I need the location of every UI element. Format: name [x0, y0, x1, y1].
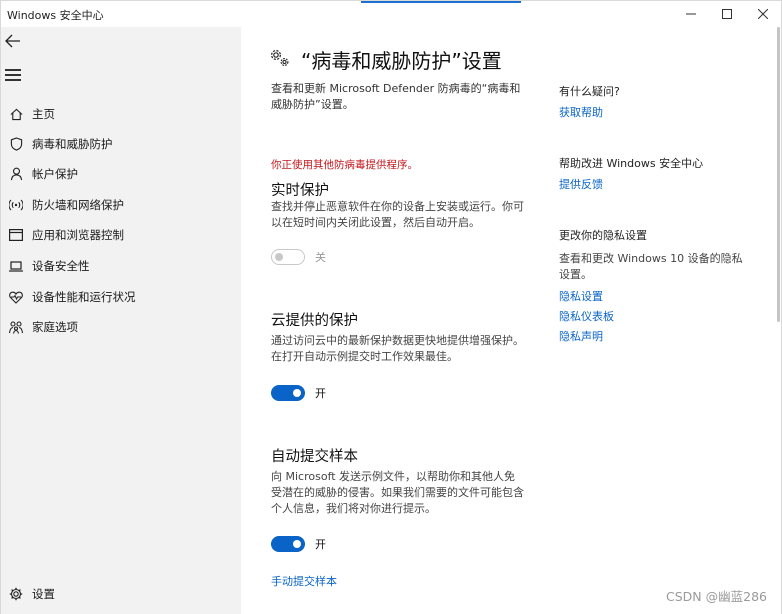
privacy-statement-link[interactable]: 隐私声明: [559, 328, 603, 344]
sidebar-item-label: 应用和浏览器控制: [32, 228, 124, 242]
sidebar-item-label: 设备安全性: [32, 259, 90, 273]
sample-submission-title: 自动提交样本: [271, 449, 358, 465]
settings-label: 设置: [32, 587, 55, 601]
cloud-protection-title: 云提供的保护: [271, 313, 358, 329]
person-icon: [1, 167, 31, 181]
title-bar: Windows 安全中心: [1, 1, 781, 27]
sidebar-item-label: 帐户保护: [32, 167, 78, 181]
intro-text: 查看和更新 Microsoft Defender 防病毒的“病毒和威胁防护”设置…: [271, 82, 521, 111]
sidebar-item-device-security[interactable]: 设备安全性: [1, 251, 241, 281]
sample-submission-state: 开: [315, 538, 326, 551]
gear-icon: [1, 587, 31, 601]
page-header: “病毒和威胁防护”设置: [269, 45, 502, 74]
hamburger-icon: [5, 69, 21, 71]
privacy-heading: 更改你的隐私设置: [559, 229, 647, 242]
home-icon: [1, 108, 31, 121]
cloud-protection-desc: 通过访问云中的最新保护数据更快地提供增强保护。在打开自动示例提交时工作效果最佳。: [271, 334, 524, 363]
sidebar: 主页 病毒和威胁防护 帐户保护 防火墙和网络保护 应用和浏览器控制 设备安全性 …: [1, 27, 241, 614]
laptop-icon: [1, 260, 31, 272]
sidebar-item-firewall[interactable]: 防火墙和网络保护: [1, 190, 241, 220]
sidebar-item-family-options[interactable]: 家庭选项: [1, 312, 241, 342]
page-title: “病毒和威胁防护”设置: [301, 49, 502, 73]
realtime-protection-desc: 查找并停止恶意软件在你的设备上安装或运行。你可以在短时间内关闭此设置，然后自动开…: [271, 200, 524, 229]
window-title: Windows 安全中心: [7, 9, 104, 22]
privacy-description: 查看和更改 Windows 10 设备的隐私设置。: [559, 252, 743, 281]
realtime-protection-toggle-row: 关: [271, 249, 326, 265]
realtime-protection-toggle[interactable]: [271, 249, 305, 265]
manual-sample-submit-link[interactable]: 手动提交样本: [271, 573, 337, 589]
cloud-protection-toggle[interactable]: [271, 385, 305, 401]
main-content: “病毒和威胁防护”设置 查看和更新 Microsoft Defender 防病毒…: [241, 27, 781, 614]
minimize-icon: [686, 13, 696, 15]
improve-heading: 帮助改进 Windows 安全中心: [559, 157, 704, 170]
privacy-dashboard-link[interactable]: 隐私仪表板: [559, 308, 614, 324]
back-button[interactable]: [5, 33, 25, 51]
sidebar-item-label: 家庭选项: [32, 320, 78, 334]
close-icon: [758, 9, 768, 19]
cloud-protection-toggle-row: 开: [271, 385, 326, 401]
gears-icon: [269, 48, 291, 72]
watermark-text: CSDN @幽蓝286: [666, 589, 767, 604]
sidebar-item-device-performance[interactable]: 设备性能和运行状况: [1, 282, 241, 312]
close-button[interactable]: [745, 1, 781, 27]
sidebar-item-app-browser-control[interactable]: 应用和浏览器控制: [1, 220, 241, 250]
minimize-button[interactable]: [673, 1, 709, 27]
realtime-protection-state: 关: [315, 251, 326, 264]
maximize-icon: [722, 9, 732, 19]
back-arrow-icon: [5, 34, 20, 48]
sample-submission-desc: 向 Microsoft 发送示例文件，以帮助你和其他人免受潜在的威胁的侵害。如果…: [271, 470, 524, 515]
wireless-icon: [1, 199, 31, 211]
give-feedback-link[interactable]: 提供反馈: [559, 176, 603, 192]
menu-button[interactable]: [5, 69, 21, 81]
sidebar-item-virus-protection[interactable]: 病毒和威胁防护: [1, 129, 241, 159]
title-accent-strip: [361, 1, 521, 3]
heart-pulse-icon: [1, 291, 31, 304]
scrollbar[interactable]: [777, 27, 780, 322]
family-icon: [1, 320, 31, 334]
maximize-button[interactable]: [709, 1, 745, 27]
realtime-protection-title: 实时保护: [271, 183, 329, 199]
sidebar-item-label: 设备性能和运行状况: [32, 290, 136, 304]
warning-text: 你正使用其他防病毒提供程序。: [271, 159, 418, 171]
sidebar-item-label: 病毒和威胁防护: [32, 137, 113, 151]
browser-window-icon: [1, 229, 31, 241]
get-help-link[interactable]: 获取帮助: [559, 104, 603, 120]
windows-security-window: Windows 安全中心 主页 病毒和威胁防护 帐户保护 防火墙和网络保护 应用…: [0, 0, 782, 614]
sidebar-item-settings[interactable]: 设置: [1, 580, 241, 608]
sidebar-item-home[interactable]: 主页: [1, 99, 241, 129]
help-question-heading: 有什么疑问?: [559, 85, 620, 98]
sidebar-item-label: 防火墙和网络保护: [32, 198, 124, 212]
sidebar-item-account-protection[interactable]: 帐户保护: [1, 159, 241, 189]
sidebar-item-label: 主页: [32, 107, 55, 121]
privacy-settings-link[interactable]: 隐私设置: [559, 288, 603, 304]
sample-submission-toggle[interactable]: [271, 536, 305, 552]
shield-icon: [1, 137, 31, 151]
cloud-protection-state: 开: [315, 387, 326, 400]
sample-submission-toggle-row: 开: [271, 536, 326, 552]
